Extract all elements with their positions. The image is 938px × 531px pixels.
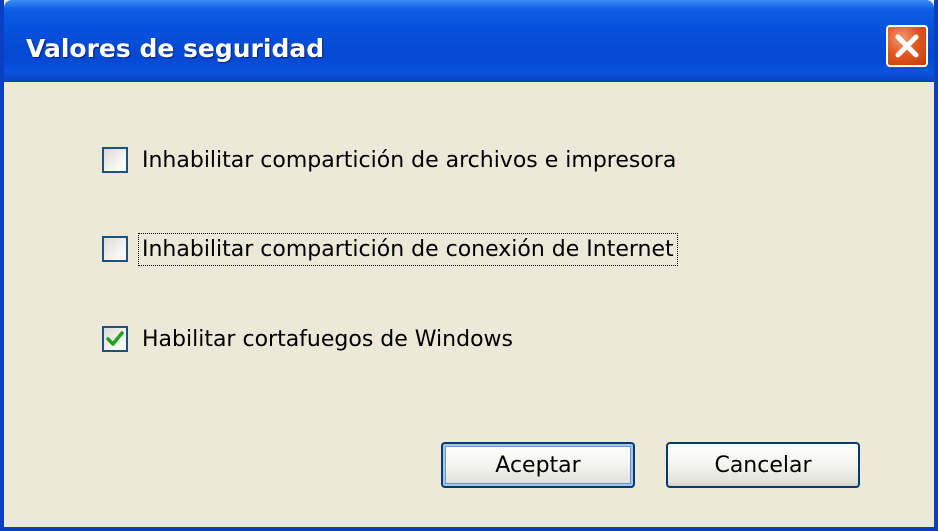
checkmark-icon [106, 331, 124, 346]
window-title: Valores de seguridad [26, 34, 325, 63]
close-icon [895, 34, 919, 58]
security-settings-dialog: Valores de seguridad Inhabilitar compart… [0, 0, 938, 531]
close-button[interactable] [886, 25, 928, 67]
disable-file-printer-sharing-label[interactable]: Inhabilitar compartición de archivos e i… [142, 148, 676, 173]
disable-internet-connection-sharing-label[interactable]: Inhabilitar compartición de conexión de … [138, 232, 678, 266]
option-disable-internet-connection-sharing[interactable]: Inhabilitar compartición de conexión de … [102, 232, 678, 266]
cancel-button[interactable]: Cancelar [666, 442, 860, 488]
title-bar[interactable]: Valores de seguridad [4, 0, 934, 82]
enable-windows-firewall-label[interactable]: Habilitar cortafuegos de Windows [142, 327, 513, 352]
option-enable-windows-firewall[interactable]: Habilitar cortafuegos de Windows [102, 322, 513, 356]
disable-internet-connection-sharing-checkbox[interactable] [102, 236, 128, 262]
disable-file-printer-sharing-checkbox[interactable] [102, 147, 128, 173]
accept-button[interactable]: Aceptar [441, 442, 635, 488]
enable-windows-firewall-checkbox[interactable] [102, 326, 128, 352]
option-disable-file-printer-sharing[interactable]: Inhabilitar compartición de archivos e i… [102, 143, 676, 177]
dialog-body: Inhabilitar compartición de archivos e i… [4, 82, 934, 527]
